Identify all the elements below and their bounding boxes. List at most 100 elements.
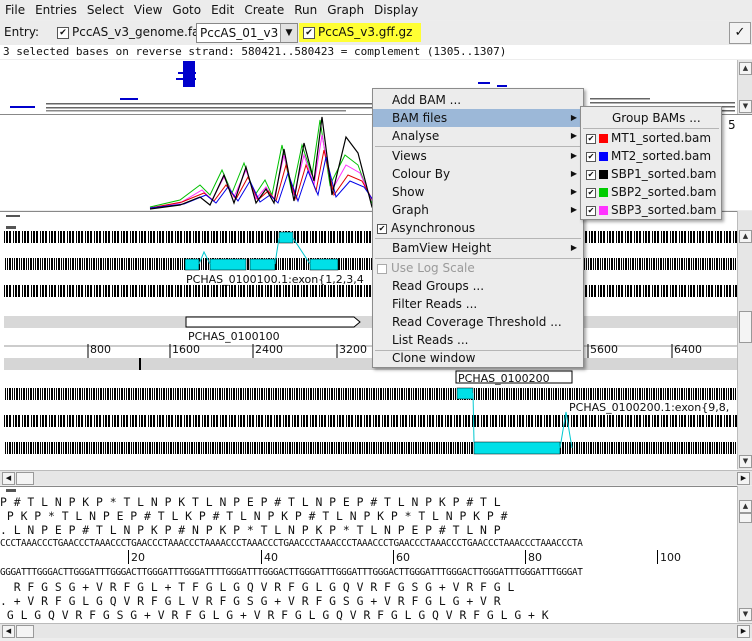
bam-file-sbp1[interactable]: ✔ SBP1_sorted.bam: [581, 165, 721, 183]
menu-read-coverage-threshold-label: Read Coverage Threshold ...: [392, 315, 562, 329]
checkbox-checked-icon: ✔: [586, 205, 596, 216]
seq-tick-20: 20: [131, 551, 145, 564]
menu-bam-files[interactable]: BAM files ▶: [373, 109, 583, 127]
chevron-down-icon[interactable]: ▼: [280, 24, 297, 42]
frame-forward-1: P # T L N P K P * T L N P K T L N P E P …: [0, 495, 501, 509]
feature-view-panel[interactable]: PCHAS_0100100.1:exon{1,2,3,4 PCHAS_01001…: [0, 211, 737, 470]
menu-select[interactable]: Select: [82, 0, 129, 20]
menu-group-bams[interactable]: Group BAMs ...: [581, 109, 721, 127]
checkbox-checked-icon: ✔: [586, 151, 596, 162]
menu-list-reads[interactable]: List Reads ...: [373, 331, 583, 349]
checkbox-checked-icon: ✔: [586, 187, 596, 198]
sequence-view-hscrollbar[interactable]: ◀ ▶: [0, 623, 752, 638]
sequence-select[interactable]: PccAS_01_v3 ▼: [196, 23, 298, 43]
bam-file-mt1-label: MT1_sorted.bam: [611, 131, 712, 145]
check-icon[interactable]: ✓: [729, 22, 751, 44]
menu-edit[interactable]: Edit: [206, 0, 239, 20]
chevron-right-icon: ▶: [570, 113, 577, 122]
menu-clone-window[interactable]: Clone window: [373, 349, 583, 367]
bam-file-mt2[interactable]: ✔ MT2_sorted.bam: [581, 147, 721, 165]
bam-file-sbp2[interactable]: ✔ SBP2_sorted.bam: [581, 183, 721, 201]
bam-file-mt1[interactable]: ✔ MT1_sorted.bam: [581, 129, 721, 147]
menu-views-label: Views: [392, 149, 427, 163]
menu-colour-by[interactable]: Colour By ▶: [373, 165, 583, 183]
menu-graph[interactable]: Graph: [322, 0, 369, 20]
menu-asynchronous-label: Asynchronous: [391, 221, 476, 235]
sequence-view-panel[interactable]: P # T L N P K P * T L N P K T L N P E P …: [0, 486, 737, 623]
checkbox-checked-icon: ✔: [586, 133, 596, 144]
scroll-right-icon[interactable]: ▶: [737, 472, 750, 485]
menu-run[interactable]: Run: [289, 0, 322, 20]
bam-panel-scrollbar[interactable]: ▲ ▼: [737, 60, 752, 114]
menu-filter-reads[interactable]: Filter Reads ...: [373, 295, 583, 313]
color-swatch-icon: [599, 152, 608, 161]
scroll-down-icon[interactable]: ▼: [739, 100, 752, 113]
genome-entry-checkbox[interactable]: ✔: [57, 27, 69, 39]
scroll-thumb[interactable]: [739, 311, 752, 343]
feature-view-hscrollbar[interactable]: ◀ ▶: [0, 470, 752, 485]
menu-show[interactable]: Show ▶: [373, 183, 583, 201]
chevron-right-icon: ▶: [570, 169, 577, 178]
bam-file-sbp2-label: SBP2_sorted.bam: [611, 185, 717, 199]
scroll-up-icon[interactable]: ▲: [739, 500, 752, 513]
frame-forward-3: . L N P E P # T L N P K P # N P K P * T …: [0, 523, 501, 537]
panel-handle[interactable]: [6, 489, 16, 492]
scroll-thumb[interactable]: [16, 625, 34, 638]
sequence-ruler: 20 40 60 80 100: [0, 550, 737, 566]
entry-label: Entry:: [4, 25, 40, 39]
bam-file-sbp3-label: SBP3_sorted.bam: [611, 203, 717, 217]
menu-use-log-scale-label: Use Log Scale: [391, 261, 475, 275]
scroll-left-icon[interactable]: ◀: [2, 625, 15, 638]
menu-graph[interactable]: Graph ▶: [373, 201, 583, 219]
feature-exon-label-2: PCHAS_0100200.1:exon{9,8,: [569, 401, 730, 414]
menu-view[interactable]: View: [129, 0, 167, 20]
menu-goto[interactable]: Goto: [167, 0, 206, 20]
menu-use-log-scale[interactable]: Use Log Scale: [373, 259, 583, 277]
gene-label-2: PCHAS_0100200: [458, 372, 550, 385]
bamview-context-menu: Add BAM ... BAM files ▶ Analyse ▶ Views ▶ C…: [372, 88, 584, 368]
bam-files-submenu: Group BAMs ... ✔ MT1_sorted.bam ✔ MT2_sort…: [580, 106, 722, 220]
frame-forward-2: P K P * T L N P E P # T L K P # T L N P …: [0, 509, 508, 523]
menu-bam-files-label: BAM files: [392, 111, 448, 125]
ruler-tick-2400: 2400: [255, 343, 283, 356]
scroll-up-icon[interactable]: ▲: [739, 62, 752, 75]
menu-bar: File Entries Select View Goto Edit Creat…: [0, 0, 752, 20]
menu-create[interactable]: Create: [239, 0, 289, 20]
scroll-thumb[interactable]: [16, 472, 34, 485]
genome-entry-name[interactable]: PccAS_v3_genome.fa: [72, 25, 199, 39]
selection-status: 3 selected bases on reverse strand: 5804…: [0, 45, 752, 59]
scroll-up-icon[interactable]: ▲: [739, 230, 752, 243]
menu-file[interactable]: File: [0, 0, 30, 20]
menu-read-groups[interactable]: Read Groups ...: [373, 277, 583, 295]
menu-bamview-height[interactable]: BamView Height ▶: [373, 239, 583, 257]
seq-tick-80: 80: [528, 551, 542, 564]
menu-add-bam[interactable]: Add BAM ...: [373, 91, 583, 109]
graph-scale-label: 5: [728, 118, 736, 132]
chevron-right-icon: ▶: [570, 243, 577, 252]
gff-entry-checkbox[interactable]: ✔: [303, 27, 315, 39]
ruler-tick-1600: 1600: [172, 343, 200, 356]
gff-entry[interactable]: ✔ PccAS_v3.gff.gz: [299, 23, 421, 42]
bam-file-sbp3[interactable]: ✔ SBP3_sorted.bam: [581, 201, 721, 219]
seq-tick-60: 60: [396, 551, 410, 564]
menu-entries[interactable]: Entries: [30, 0, 82, 20]
scroll-right-icon[interactable]: ▶: [737, 625, 750, 638]
feature-tracks-drawing: [4, 215, 737, 455]
sequence-view-scrollbar[interactable]: ▲ ▼: [737, 486, 752, 622]
menu-read-coverage-threshold[interactable]: Read Coverage Threshold ...: [373, 313, 583, 331]
chevron-right-icon: ▶: [570, 131, 577, 140]
menu-display[interactable]: Display: [369, 0, 423, 20]
scroll-down-icon[interactable]: ▼: [739, 608, 752, 621]
checkbox-checked-icon: ✔: [377, 223, 387, 234]
checkbox-checked-icon: ✔: [586, 169, 596, 180]
menu-analyse[interactable]: Analyse ▶: [373, 127, 583, 145]
menu-clone-window-label: Clone window: [392, 351, 476, 365]
scroll-left-icon[interactable]: ◀: [2, 472, 15, 485]
menu-views[interactable]: Views ▶: [373, 147, 583, 165]
feature-view-scrollbar[interactable]: ▲ ▼: [737, 211, 752, 469]
scroll-thumb[interactable]: [739, 513, 752, 523]
menu-asynchronous[interactable]: ✔ Asynchronous: [373, 219, 583, 237]
ruler-tick-6400: 6400: [674, 343, 702, 356]
scroll-down-icon[interactable]: ▼: [739, 455, 752, 468]
bam-file-mt2-label: MT2_sorted.bam: [611, 149, 712, 163]
